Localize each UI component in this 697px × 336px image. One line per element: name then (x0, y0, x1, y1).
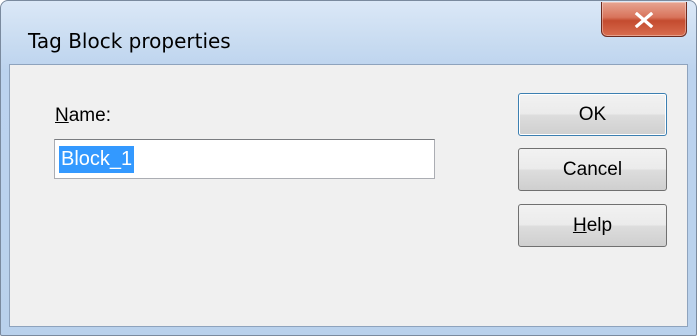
close-button[interactable] (601, 2, 687, 37)
close-icon (634, 12, 654, 28)
help-button-mnemonic: H (572, 215, 587, 236)
cancel-button[interactable]: Cancel (518, 148, 667, 191)
title-bar[interactable]: Tag Block properties (1, 1, 696, 63)
help-button-text: elp (586, 215, 613, 236)
dialog-window: Tag Block properties Name: Block_1 OK Ca… (0, 0, 697, 336)
window-title: Tag Block properties (28, 29, 231, 53)
help-button[interactable]: Help (518, 204, 667, 247)
name-label: Name: (55, 105, 111, 127)
ok-button[interactable]: OK (518, 93, 667, 136)
dialog-body: Name: Block_1 OK Cancel Help (9, 64, 688, 327)
name-label-text: ame: (68, 105, 111, 126)
name-input-value: Block_1 (59, 146, 135, 173)
name-label-mnemonic: N (55, 105, 69, 126)
name-input[interactable]: Block_1 (54, 139, 435, 179)
